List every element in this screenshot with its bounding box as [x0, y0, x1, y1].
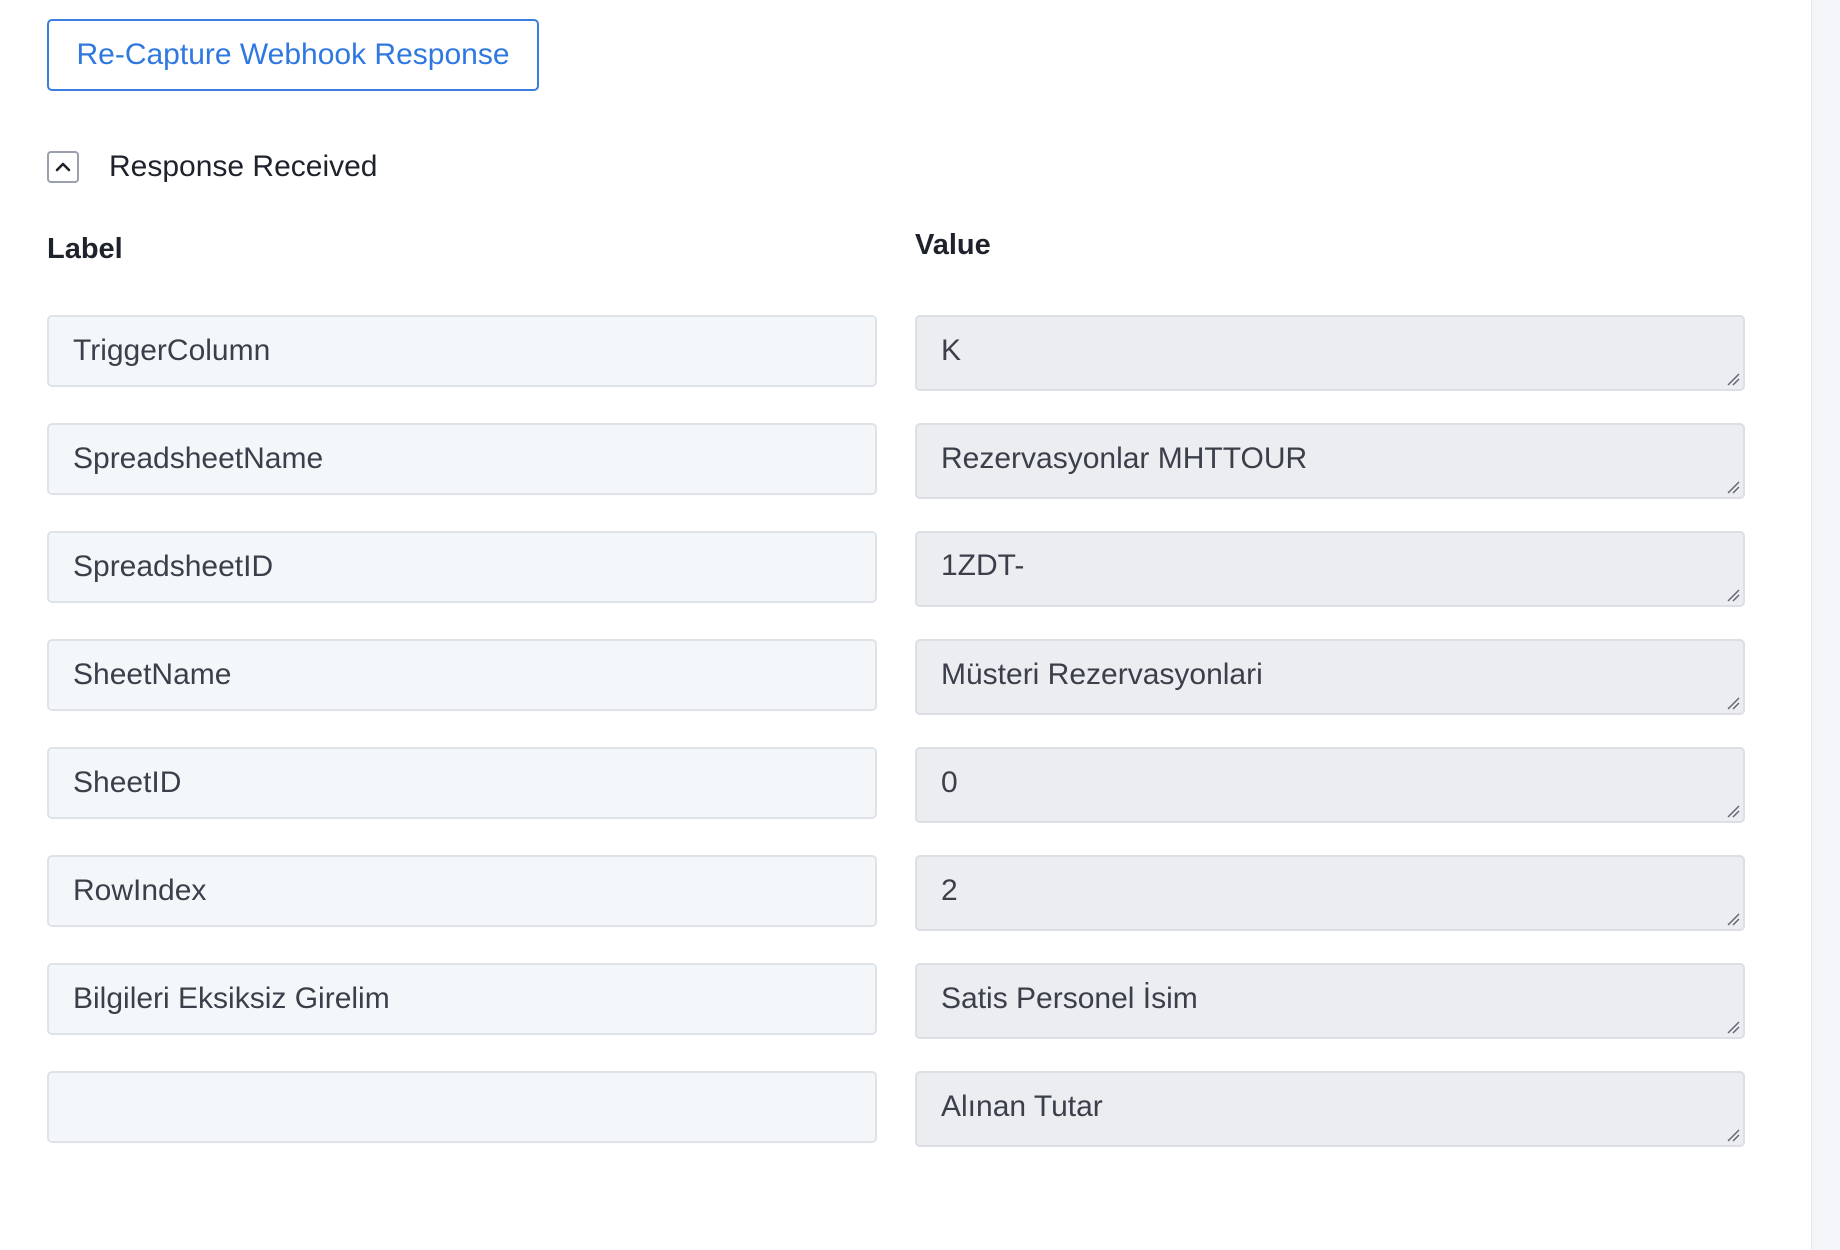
table-header: Label Value: [47, 225, 1747, 285]
value-text: K: [941, 334, 962, 367]
table-row: SheetName Müsteri Rezervasyonlari: [47, 639, 1747, 747]
value-textarea[interactable]: K: [915, 315, 1745, 391]
webhook-response-panel: Re-Capture Webhook Response Response Rec…: [47, 19, 1747, 1179]
resize-grip-icon[interactable]: [1726, 804, 1740, 818]
resize-grip-icon[interactable]: [1726, 372, 1740, 386]
response-fields-list: TriggerColumn K SpreadsheetName Rezervas…: [47, 315, 1747, 1179]
resize-grip-icon[interactable]: [1726, 588, 1740, 602]
label-field[interactable]: [47, 1071, 877, 1143]
value-textarea[interactable]: Müsteri Rezervasyonlari: [915, 639, 1745, 715]
resize-grip-icon[interactable]: [1726, 912, 1740, 926]
value-text: Satis Personel İsim: [941, 982, 1198, 1015]
label-field[interactable]: SpreadsheetName: [47, 423, 877, 495]
resize-grip-icon[interactable]: [1726, 696, 1740, 710]
value-textarea[interactable]: 2: [915, 855, 1745, 931]
value-textarea[interactable]: Satis Personel İsim: [915, 963, 1745, 1039]
resize-grip-icon[interactable]: [1726, 480, 1740, 494]
label-field[interactable]: RowIndex: [47, 855, 877, 927]
value-text: 1ZDT-: [941, 549, 1025, 582]
table-row: Bilgileri Eksiksiz Girelim Satis Persone…: [47, 963, 1747, 1071]
resize-grip-icon[interactable]: [1726, 1020, 1740, 1034]
value-textarea[interactable]: 0: [915, 747, 1745, 823]
value-text: 2: [941, 874, 958, 907]
value-text: 0: [941, 766, 958, 799]
response-received-header: Response Received: [47, 147, 1747, 187]
label-field[interactable]: TriggerColumn: [47, 315, 877, 387]
value-textarea[interactable]: 1ZDT-: [915, 531, 1745, 607]
right-panel-edge: [1811, 0, 1840, 1250]
value-text: Alınan Tutar: [941, 1090, 1103, 1123]
value-text: Rezervasyonlar MHTTOUR: [941, 442, 1308, 475]
response-received-title: Response Received: [109, 150, 378, 183]
collapse-toggle-button[interactable]: [47, 151, 79, 183]
label-column-header: Label: [47, 233, 123, 265]
label-field[interactable]: SheetName: [47, 639, 877, 711]
table-row: SheetID 0: [47, 747, 1747, 855]
chevron-up-icon: [55, 162, 71, 172]
label-field[interactable]: Bilgileri Eksiksiz Girelim: [47, 963, 877, 1035]
value-textarea[interactable]: Rezervasyonlar MHTTOUR: [915, 423, 1745, 499]
table-row: RowIndex 2: [47, 855, 1747, 963]
label-field[interactable]: SheetID: [47, 747, 877, 819]
table-row: Alınan Tutar: [47, 1071, 1747, 1179]
recapture-webhook-button[interactable]: Re-Capture Webhook Response: [47, 19, 539, 91]
table-row: SpreadsheetName Rezervasyonlar MHTTOUR: [47, 423, 1747, 531]
label-field[interactable]: SpreadsheetID: [47, 531, 877, 603]
value-column-header: Value: [915, 229, 991, 261]
table-row: TriggerColumn K: [47, 315, 1747, 423]
value-textarea[interactable]: Alınan Tutar: [915, 1071, 1745, 1147]
table-row: SpreadsheetID 1ZDT-: [47, 531, 1747, 639]
value-text: Müsteri Rezervasyonlari: [941, 658, 1263, 691]
resize-grip-icon[interactable]: [1726, 1128, 1740, 1142]
